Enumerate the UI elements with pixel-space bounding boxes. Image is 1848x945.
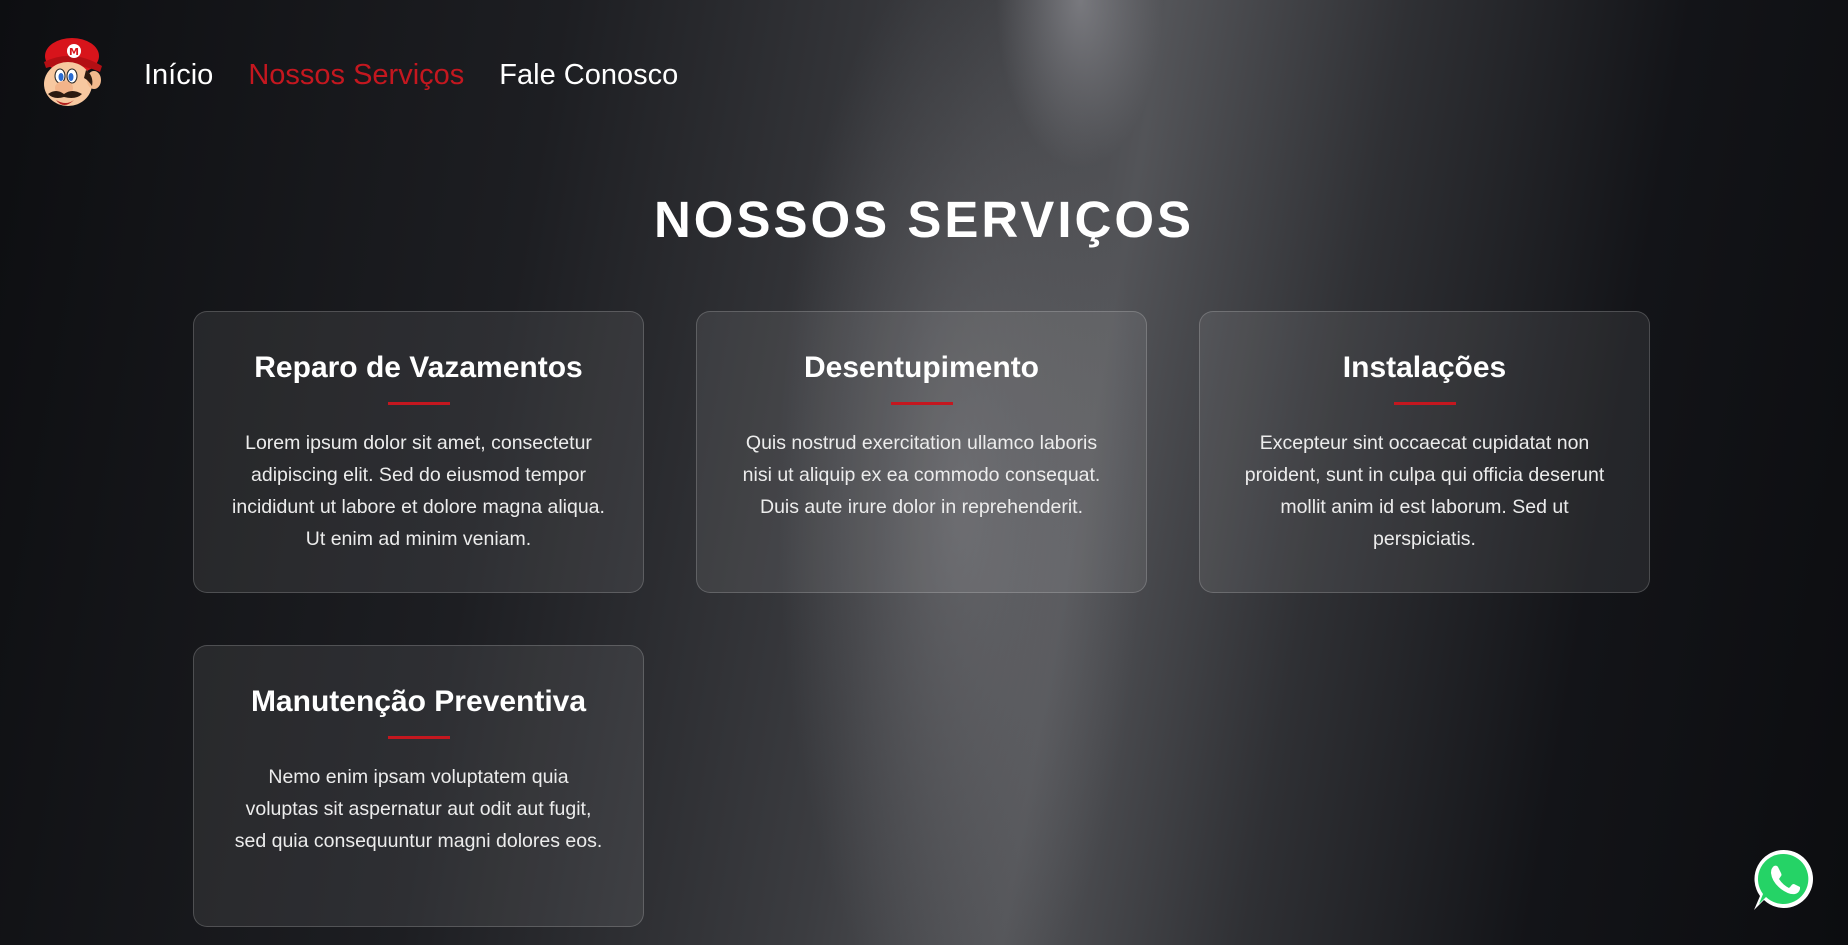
nav-link-fale-conosco[interactable]: Fale Conosco xyxy=(499,56,678,94)
whatsapp-icon[interactable] xyxy=(1750,846,1818,914)
card-description: Lorem ipsum dolor sit amet, consectetur … xyxy=(232,432,605,550)
card-title: Reparo de Vazamentos xyxy=(254,351,583,384)
svg-text:M: M xyxy=(69,47,79,58)
card-divider xyxy=(387,402,450,405)
card-description: Excepteur sint occaecat cupidatat non pr… xyxy=(1244,432,1605,550)
card-title: Manutenção Preventiva xyxy=(250,685,587,718)
service-card-desentupimento: Desentupimento Quis nostrud exercitation… xyxy=(696,311,1147,593)
page-title: NOSSOS SERVIÇOS xyxy=(653,191,1195,248)
card-divider xyxy=(890,402,953,405)
card-description: Quis nostrud exercitation ullamco labori… xyxy=(742,432,1101,518)
card-description: Nemo enim ipsam voluptatem quia voluptas… xyxy=(234,766,603,852)
service-card-manutencao: Manutenção Preventiva Nemo enim ipsam vo… xyxy=(193,645,644,927)
card-title: Instalações xyxy=(1342,351,1507,384)
main-nav: Início Nossos Serviços Fale Conosco xyxy=(144,56,678,94)
service-card-reparo: Reparo de Vazamentos Lorem ipsum dolor s… xyxy=(193,311,644,593)
card-title: Desentupimento xyxy=(803,351,1040,384)
nav-link-inicio[interactable]: Início xyxy=(144,56,213,94)
service-card-instalacoes: Instalações Excepteur sint occaecat cupi… xyxy=(1199,311,1650,593)
mario-face-icon[interactable]: M xyxy=(36,36,106,114)
card-divider xyxy=(387,736,450,739)
nav-link-nossos-servicos[interactable]: Nossos Serviços xyxy=(248,56,464,94)
card-divider xyxy=(1393,402,1456,405)
site-header: M Início Nossos Serviços Fale Conosco xyxy=(0,0,1848,150)
